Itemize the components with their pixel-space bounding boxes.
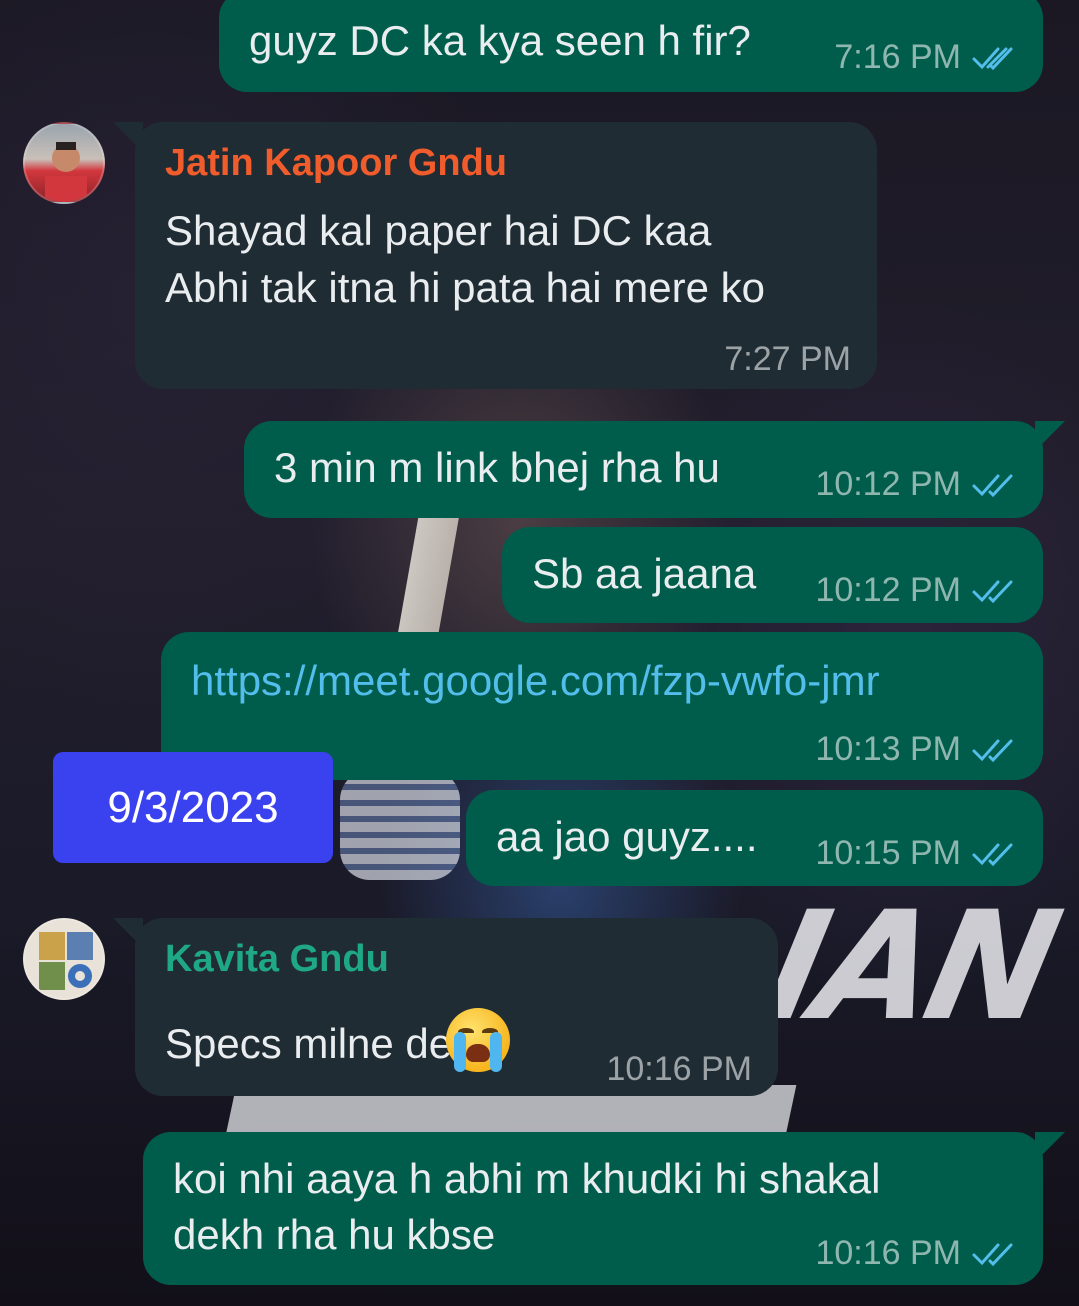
message-text-line: koi nhi aaya h abhi m khudki hi shakal bbox=[173, 1155, 881, 1202]
message-text: guyz DC ka kya seen h fir? bbox=[249, 17, 751, 64]
message-time: 7:27 PM bbox=[724, 340, 851, 378]
bubble-tail bbox=[1035, 1132, 1065, 1162]
bubble-tail bbox=[1035, 421, 1065, 451]
message-bubble-outgoing[interactable]: Sb aa jaana 10:12 PM bbox=[502, 527, 1043, 623]
double-check-icon bbox=[972, 580, 1013, 603]
loudly-crying-face-icon bbox=[446, 1008, 511, 1072]
message-text: Sb aa jaana bbox=[532, 550, 757, 597]
message-time: 10:15 PM bbox=[815, 834, 961, 872]
double-check-icon bbox=[972, 474, 1013, 497]
bubble-tail bbox=[113, 122, 143, 152]
meet-link[interactable]: https://meet.google.com/fzp-vwfo-jmr bbox=[191, 652, 880, 710]
message-time: 10:16 PM bbox=[606, 1050, 752, 1088]
message-text-line: Abhi tak itna hi pata hai mere ko bbox=[165, 264, 766, 311]
message-bubble-outgoing[interactable]: 3 min m link bhej rha hu 10:12 PM bbox=[244, 421, 1065, 518]
message-bubble-outgoing[interactable]: aa jao guyz.... 10:15 PM bbox=[466, 790, 1043, 886]
message-text-wrap: Specs milne de bbox=[165, 1008, 511, 1073]
message-bubble-outgoing[interactable]: guyz DC ka kya seen h fir? 7:16 PM bbox=[219, 0, 1043, 92]
message-text: aa jao guyz.... bbox=[496, 813, 758, 860]
message-meta: 10:15 PM bbox=[815, 834, 1017, 873]
message-text-line: dekh rha hu kbse bbox=[173, 1211, 496, 1258]
message-meta: 7:27 PM bbox=[724, 340, 851, 379]
message-text: Specs milne de bbox=[165, 1020, 453, 1067]
message-time: 7:16 PM bbox=[834, 38, 961, 76]
message-time: 10:13 PM bbox=[815, 730, 961, 768]
message-meta: 7:16 PM bbox=[834, 38, 1017, 77]
sender-name[interactable]: Jatin Kapoor Gndu bbox=[165, 142, 507, 185]
sender-name[interactable]: Kavita Gndu bbox=[165, 938, 389, 981]
wallpaper-gloves-shape bbox=[340, 770, 460, 880]
avatar[interactable] bbox=[23, 122, 105, 204]
avatar[interactable] bbox=[23, 918, 105, 1000]
message-text-line: Shayad kal paper hai DC kaa bbox=[165, 207, 712, 254]
double-check-icon bbox=[972, 47, 1013, 70]
message-bubble-outgoing[interactable]: koi nhi aaya h abhi m khudki hi shakal d… bbox=[143, 1132, 1065, 1285]
message-meta: 10:13 PM bbox=[815, 730, 1017, 769]
message-time: 10:12 PM bbox=[815, 571, 961, 609]
message-time: 10:12 PM bbox=[815, 465, 961, 503]
message-meta: 10:16 PM bbox=[606, 1050, 752, 1089]
message-meta: 10:16 PM bbox=[815, 1234, 1017, 1273]
message-text: 3 min m link bhej rha hu bbox=[274, 444, 720, 491]
bubble-tail bbox=[113, 918, 143, 948]
message-meta: 10:12 PM bbox=[815, 465, 1017, 504]
double-check-icon bbox=[972, 843, 1013, 866]
date-chip: 9/3/2023 bbox=[53, 752, 333, 863]
message-bubble-incoming[interactable]: Jatin Kapoor Gndu Shayad kal paper hai D… bbox=[113, 122, 877, 389]
double-check-icon bbox=[972, 739, 1013, 762]
message-bubble-incoming[interactable]: Kavita Gndu Specs milne de 10:16 PM bbox=[113, 918, 778, 1096]
wallpaper-logo-lettering: IAN bbox=[751, 880, 1068, 1054]
message-time: 10:16 PM bbox=[815, 1234, 961, 1272]
message-meta: 10:12 PM bbox=[815, 571, 1017, 610]
double-check-icon bbox=[972, 1243, 1013, 1266]
